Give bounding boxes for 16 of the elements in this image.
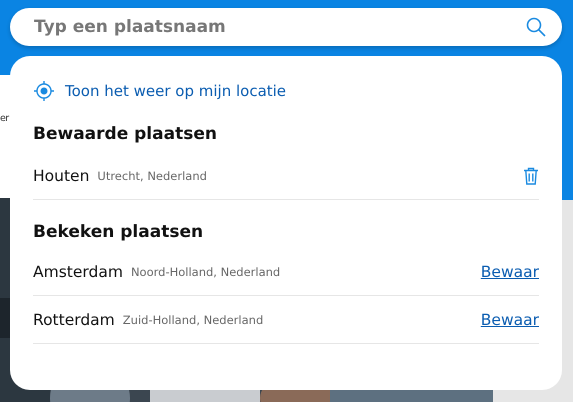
save-link[interactable]: Bewaar (480, 310, 539, 328)
location-link[interactable]: Toon het weer op mijn locatie (65, 82, 286, 100)
place-name[interactable]: Houten (33, 166, 90, 184)
search-field[interactable]: Typ een plaatsnaam (10, 8, 562, 46)
section-heading: Bewaarde plaatsen (33, 124, 218, 144)
background-text: er (0, 113, 9, 124)
save-link[interactable]: Bewaar (480, 262, 539, 280)
place-name[interactable]: Rotterdam (33, 310, 115, 328)
place-region: Noord-Holland, Nederland (130, 264, 282, 278)
search-icon[interactable] (526, 17, 546, 37)
section-heading: Bekeken plaatsen (33, 222, 204, 242)
location-target-icon[interactable] (33, 80, 55, 102)
trash-icon[interactable] (523, 166, 539, 184)
place-region: Utrecht, Nederland (97, 168, 208, 182)
place-name[interactable]: Amsterdam (33, 262, 123, 280)
place-region: Zuid-Holland, Nederland (122, 312, 264, 326)
